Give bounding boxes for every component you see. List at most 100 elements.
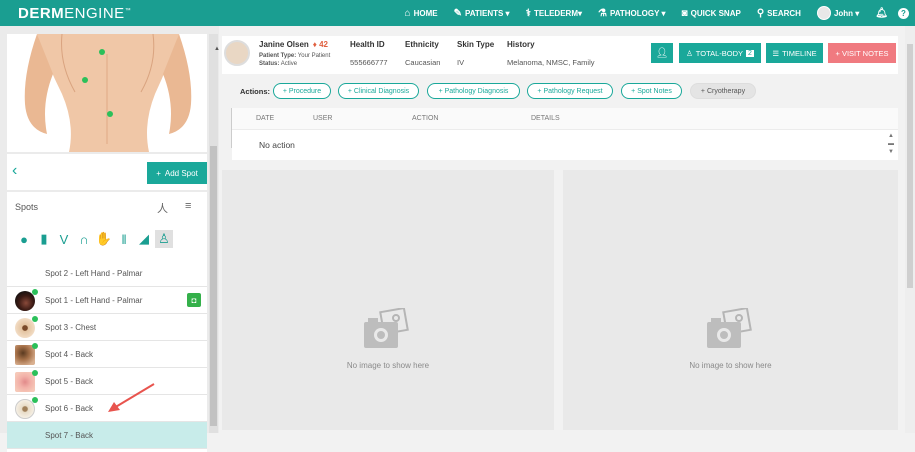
main-area: ▲ Janine Olsen ♦ 42 Patient Type: Your Pa… [214, 26, 915, 433]
sort-icon[interactable]: ≡ [185, 200, 191, 212]
microscope-icon: ⚗ [598, 7, 607, 19]
actions-bar: Actions: + Procedure + Clinical Diagnosi… [232, 80, 898, 102]
spot-status-dot [32, 370, 38, 376]
spot-status-dot [32, 397, 38, 403]
notifications-button[interactable]: 🔔︎ [875, 8, 888, 19]
body-map[interactable] [7, 34, 207, 152]
column-header[interactable]: USER [313, 115, 332, 122]
user-avatar [816, 6, 831, 20]
table-header: DATE USER ACTION DETAILS [232, 108, 898, 130]
scroll-up-icon[interactable]: ▲ [214, 46, 220, 52]
spot-marker[interactable] [99, 49, 105, 55]
spot-list: Spot 2 - Left Hand - Palmar Spot 1 - Lef… [7, 256, 207, 452]
actions-table: DATE USER ACTION DETAILS No action [232, 108, 898, 160]
spot-status-dot [32, 289, 38, 295]
history-label: History [507, 40, 535, 49]
nav-quick-snap[interactable]: ◙ QUICK SNAP [682, 8, 741, 19]
spot-marker[interactable] [82, 77, 88, 83]
person-icon: ♙ [686, 48, 693, 58]
legs-region-icon[interactable]: ‖ [115, 230, 133, 248]
spot-list-item[interactable]: Spot 4 - Back [7, 341, 207, 368]
top-nav-bar: DERMENGINE™ ⌂ HOME ✎ PATIENTS ▾ ⚕ TELEDERM▾… [0, 0, 915, 26]
pin-icon: ✎ [453, 7, 462, 19]
column-header[interactable]: DATE [256, 115, 274, 122]
telederm-icon: ⚕ [525, 7, 531, 19]
add-spot-notes-button[interactable]: + Spot Notes [621, 83, 682, 99]
person-filter-icon[interactable]: ⼈ [157, 200, 168, 216]
patient-info-card: ▲ Janine Olsen ♦ 42 Patient Type: Your Pa… [214, 36, 898, 74]
ethnicity-label: Ethnicity [405, 40, 439, 49]
nav-pathology[interactable]: ⚗ PATHOLOGY ▾ [598, 8, 666, 19]
table-scroll-arrows[interactable]: ▲ ▬ ▼ [888, 132, 894, 156]
patient-avatar [224, 40, 250, 66]
spot-toolbar: ‹ + Add Spot [7, 154, 207, 190]
nav-patients[interactable]: ✎ PATIENTS ▾ [454, 8, 510, 19]
add-pathology-request-button[interactable]: + Pathology Request [527, 83, 613, 99]
visit-notes-button[interactable]: + VISIT NOTES [828, 43, 896, 63]
spots-title: Spots [15, 202, 39, 212]
patient-profile-button[interactable]: 👤︎ [651, 43, 673, 63]
foot-region-icon[interactable]: ◢ [135, 230, 153, 248]
spot-list-item[interactable]: Spot 3 - Chest [7, 314, 207, 341]
spot-camera-badge-icon[interactable]: ◘ [187, 293, 201, 307]
app-logo[interactable]: DERMENGINE™ [18, 5, 131, 22]
user-menu[interactable]: John ▾ [816, 6, 859, 20]
left-scrollbar-thumb[interactable] [210, 146, 217, 426]
skin-type-value: IV [457, 58, 465, 67]
add-spot-button[interactable]: + Add Spot [147, 162, 207, 184]
page-scrollbar[interactable] [905, 26, 915, 433]
spot-list-item[interactable]: Spot 2 - Left Hand - Palmar [7, 260, 207, 287]
patient-name[interactable]: Janine Olsen ♦ 42 [259, 40, 328, 49]
column-header[interactable]: DETAILS [531, 115, 560, 122]
camera-photos-icon [706, 308, 752, 348]
help-icon: ? [898, 7, 909, 19]
timeline-button[interactable]: ☰ TIMELINE [766, 43, 823, 63]
spot-status-dot [32, 316, 38, 322]
empty-table-message: No action [259, 140, 295, 150]
nav-search[interactable]: ⚲ SEARCH [757, 8, 801, 19]
body-region-filter: ● ▮ V ∩ ✋ ‖ ◢ ♙ [7, 222, 207, 256]
spots-header: Spots ⼈ ≡ [7, 192, 207, 222]
plus-icon: + [156, 168, 161, 178]
add-procedure-button[interactable]: + Procedure [273, 83, 331, 99]
annotation-arrow-icon [108, 383, 155, 412]
spot-status-dot [32, 343, 38, 349]
camera-photos-icon [364, 308, 409, 348]
add-cryotherapy-button[interactable]: + Cryotherapy [690, 83, 756, 99]
nav-home[interactable]: ⌂ HOME [405, 8, 438, 19]
add-pathology-diagnosis-button[interactable]: + Pathology Diagnosis [427, 83, 520, 99]
left-panel: ‹ + Add Spot Spots ⼈ ≡ ● ▮ V ∩ ✋ ‖ ◢ ♙ Sp… [0, 26, 219, 452]
column-header[interactable]: ACTION [412, 115, 438, 122]
back-chevron-icon[interactable]: ‹ [12, 162, 17, 180]
no-image-message: No image to show here [346, 361, 430, 370]
page-scrollbar-thumb[interactable] [907, 44, 913, 288]
bell-icon: 🔔︎ [875, 7, 888, 19]
total-body-button[interactable]: ♙ TOTAL-BODY 2 [679, 43, 761, 63]
spot-list-item[interactable]: Spot 1 - Left Hand - Palmar ◘ [7, 287, 207, 314]
skin-type-label: Skin Type [457, 40, 495, 49]
head-region-icon[interactable]: ● [15, 230, 33, 248]
spot-list-item-selected[interactable]: Spot 7 - Back [7, 422, 207, 449]
neck-region-icon[interactable]: V [55, 230, 73, 248]
help-button[interactable]: ? [898, 7, 909, 19]
history-value: Melanoma, NMSC, Family [507, 58, 595, 67]
patient-age: ♦ 42 [312, 40, 329, 49]
timeline-icon: ☰ [772, 48, 780, 58]
add-clinical-diagnosis-button[interactable]: + Clinical Diagnosis [338, 83, 419, 99]
camera-icon: ◙ [681, 7, 688, 19]
home-icon: ⌂ [404, 7, 411, 19]
ethnicity-value: Caucasian [405, 58, 441, 67]
no-image-message: No image to show here [689, 361, 772, 370]
left-scrollbar[interactable] [209, 34, 218, 433]
torso-region-icon[interactable]: ▮ [35, 230, 53, 248]
full-body-region-icon[interactable]: ♙ [155, 230, 173, 248]
body-map-figure [7, 34, 192, 152]
patient-meta: Patient Type: Your Patient Status: Activ… [259, 53, 331, 67]
nav-telederm[interactable]: ⚕ TELEDERM▾ [526, 8, 582, 19]
image-panel-left: No image to show here [222, 170, 554, 430]
total-body-count: 2 [746, 49, 754, 57]
hand-region-icon[interactable]: ✋ [95, 230, 113, 248]
search-icon: ⚲ [756, 7, 765, 19]
spot-marker[interactable] [107, 111, 113, 117]
pelvis-region-icon[interactable]: ∩ [75, 230, 93, 248]
